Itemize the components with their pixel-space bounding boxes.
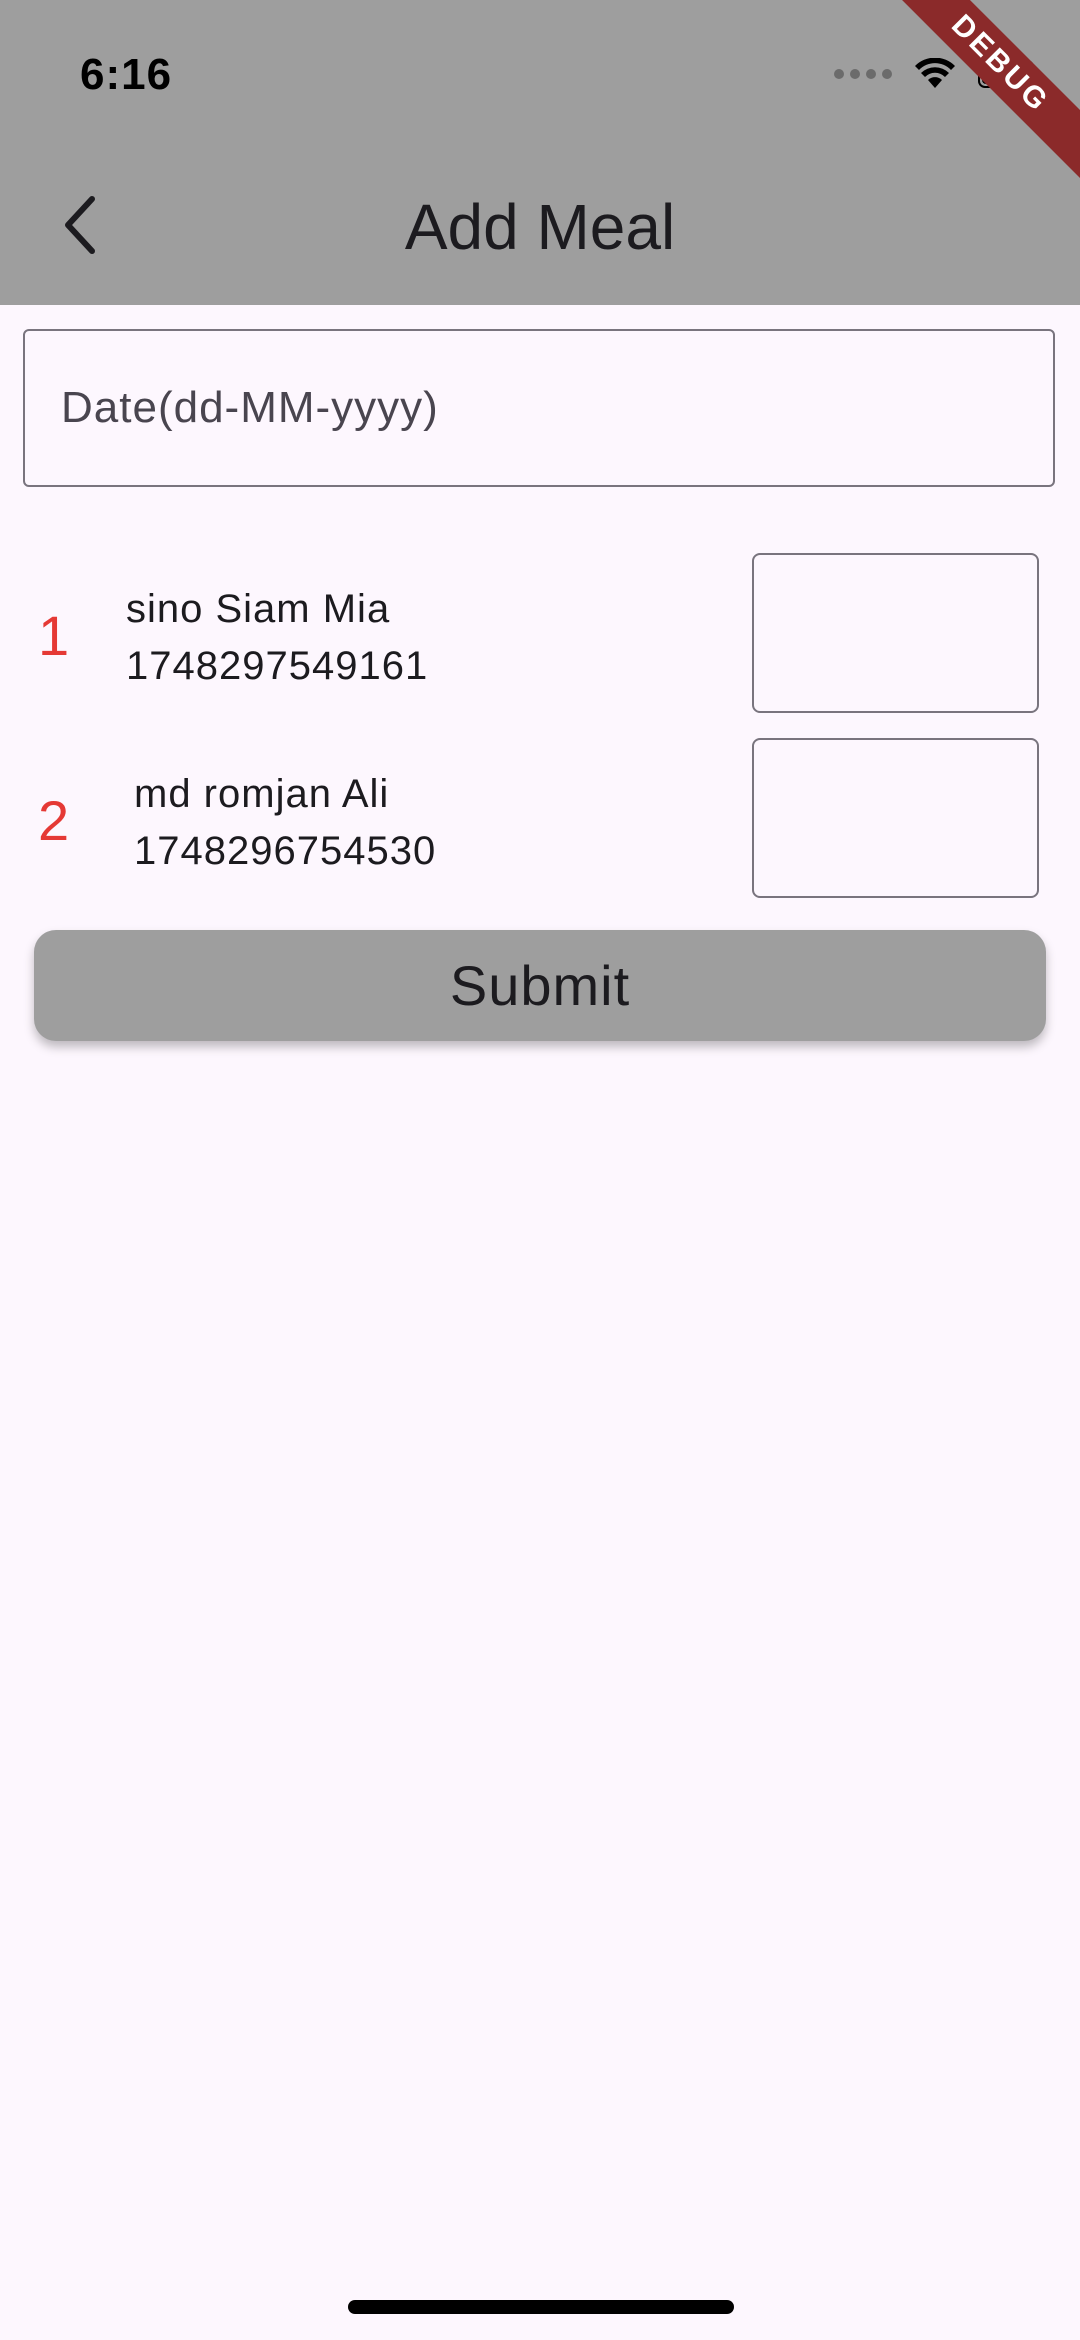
app-bar: 6:16 DEBUG Add Meal	[0, 0, 1080, 305]
wifi-icon	[915, 58, 955, 88]
member-row: 1 sino Siam Mia 1748297549161	[0, 553, 1080, 713]
add-meal-screen: 6:16 DEBUG Add Meal Date(dd-MM-yyyy) 1 s…	[0, 0, 1080, 2340]
member-name: md romjan Ali	[134, 772, 390, 816]
submit-button[interactable]: Submit	[34, 930, 1046, 1041]
date-input[interactable]	[59, 382, 1053, 434]
member-index: 2	[38, 789, 70, 852]
member-phone: 1748297549161	[126, 644, 429, 688]
member-name: sino Siam Mia	[126, 587, 391, 631]
meal-count-input[interactable]	[752, 553, 1039, 713]
member-row: 2 md romjan Ali 1748296754530	[0, 738, 1080, 898]
member-info: sino Siam Mia 1748297549161	[126, 581, 428, 695]
meal-count-input[interactable]	[752, 738, 1039, 898]
member-info: md romjan Ali 1748296754530	[134, 766, 436, 880]
date-field[interactable]	[23, 329, 1055, 487]
home-indicator[interactable]	[348, 2300, 734, 2314]
debug-banner: DEBUG	[876, 0, 1080, 188]
member-index: 1	[38, 604, 70, 667]
status-time: 6:16	[80, 50, 173, 99]
page-title: Add Meal	[404, 191, 676, 263]
cellular-signal-icon	[834, 69, 892, 79]
member-phone: 1748296754530	[134, 829, 437, 873]
